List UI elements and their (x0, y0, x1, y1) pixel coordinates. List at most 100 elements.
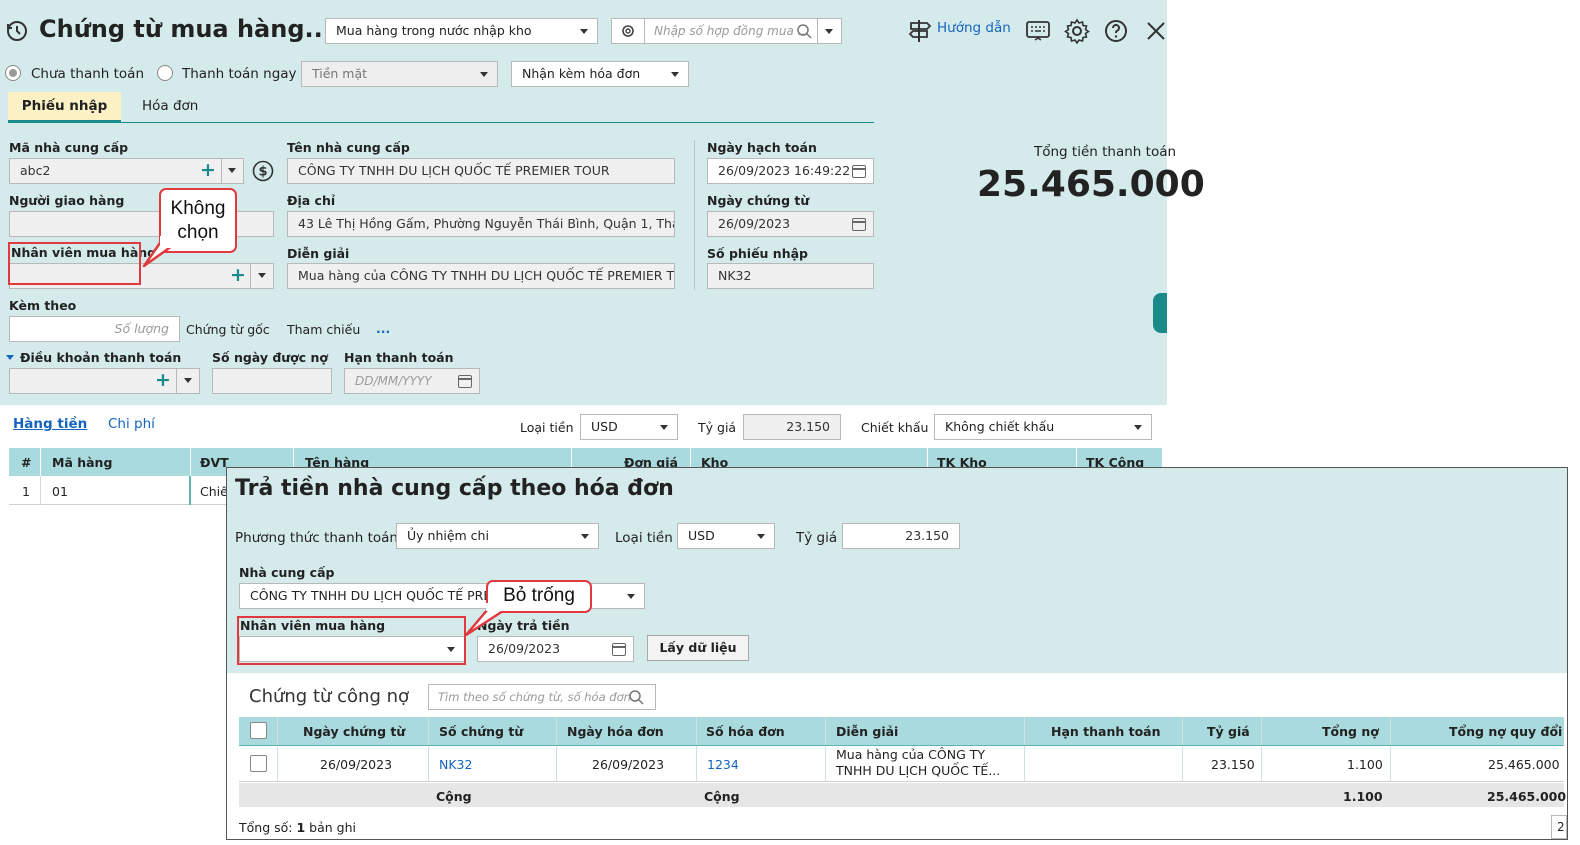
rate-field[interactable]: 23.150 (743, 414, 841, 440)
description-label: Diễn giải (287, 246, 350, 261)
tab-goods[interactable]: Hàng tiền (13, 416, 87, 432)
voucher-type-select[interactable]: Mua hàng trong nước nhập kho (325, 18, 598, 44)
chevron-down-icon[interactable] (825, 29, 833, 34)
original-doc-label: Chứng từ gốc (186, 322, 270, 337)
pay-now-radio[interactable] (157, 65, 173, 81)
description-value: Mua hàng của CÔNG TY TNHH DU LỊCH QUỐC T… (298, 268, 675, 283)
payment-terms-label: Điều khoản thanh toán (20, 350, 182, 365)
table-row[interactable] (9, 476, 229, 505)
page-size-select[interactable]: 2 (1551, 815, 1567, 839)
dialog-rate-field[interactable]: 23.150 (842, 523, 960, 549)
record-count: Tổng số: 1 bản ghi (239, 820, 356, 835)
posting-date-field[interactable]: 26/09/2023 16:49:22 (707, 158, 874, 184)
add-terms-icon[interactable]: + (155, 371, 171, 390)
contract-input[interactable]: Nhập số hợp đồng mua ... (654, 24, 809, 38)
gear-icon[interactable] (620, 23, 636, 39)
unpaid-radio[interactable] (5, 65, 21, 81)
keyboard-icon[interactable] (1026, 20, 1050, 42)
due-date-label: Hạn thanh toán (344, 350, 454, 365)
debt-section-title: Chứng từ công nợ (249, 686, 410, 707)
add-buyer-icon[interactable]: + (230, 266, 246, 285)
help-icon[interactable] (1104, 19, 1128, 43)
search-icon[interactable] (628, 689, 644, 705)
divider (817, 19, 818, 43)
address-field[interactable]: 43 Lê Thị Hồng Gấm, Phường Nguyễn Thái B… (287, 211, 675, 237)
row-voucher-no-link[interactable]: NK32 (439, 757, 472, 772)
dialog-method-label: Phương thức thanh toán (235, 530, 398, 546)
row-debt: 1.100 (1347, 757, 1383, 772)
posting-date-value: 26/09/2023 16:49:22 (718, 163, 851, 178)
dialog-title: Trả tiền nhà cung cấp theo hóa đơn (235, 476, 674, 501)
currency-select[interactable]: USD (580, 414, 678, 440)
voucher-date-value: 26/09/2023 (718, 216, 791, 231)
dialog-pay-date-field[interactable]: 26/09/2023 (477, 636, 634, 662)
receipt-no-label: Số phiếu nhập (707, 246, 808, 261)
guide-link[interactable]: Hướng dẫn (937, 20, 1011, 36)
chevron-down-icon (1134, 425, 1142, 430)
chevron-down-icon[interactable] (258, 273, 266, 278)
row-invoice-no-link[interactable]: 1234 (707, 757, 739, 772)
deliverer-label: Người giao hàng (9, 193, 125, 208)
calendar-icon[interactable] (852, 165, 866, 178)
collapse-icon[interactable] (6, 355, 14, 360)
posting-date-label: Ngày hạch toán (707, 140, 817, 155)
row-unit[interactable]: Chiế (200, 484, 228, 499)
chevron-down-icon (580, 29, 588, 34)
fetch-data-button[interactable]: Lấy dữ liệu (647, 635, 749, 661)
chevron-down-icon (627, 594, 635, 599)
dialog-currency-select[interactable]: USD (677, 523, 775, 549)
divider (40, 448, 41, 476)
page-title: Chứng từ mua hàng... (39, 15, 332, 43)
calendar-icon[interactable] (458, 375, 472, 388)
tab-costs[interactable]: Chi phí (108, 416, 155, 432)
voucher-date-field[interactable]: 26/09/2023 (707, 211, 874, 237)
history-icon[interactable] (5, 19, 29, 43)
select-all-checkbox[interactable] (250, 722, 267, 739)
debt-search-input[interactable]: Tìm theo số chứng từ, số hóa đơn (438, 690, 631, 704)
description-field[interactable]: Mua hàng của CÔNG TY TNHH DU LỊCH QUỐC T… (287, 263, 675, 289)
calendar-icon[interactable] (852, 218, 866, 231)
rate-label: Tỷ giá (698, 420, 737, 435)
add-supplier-icon[interactable]: + (200, 161, 216, 180)
supplier-code-value: abc2 (20, 163, 51, 178)
supplier-name-field[interactable]: CÔNG TY TNHH DU LỊCH QUỐC TẾ PREMIER TOU… (287, 158, 675, 184)
reference-more-link[interactable]: ... (376, 321, 390, 336)
side-panel-handle[interactable] (1153, 293, 1167, 333)
col-invoice-no: Số hóa đơn (706, 724, 785, 739)
tab-receipt[interactable]: Phiếu nhập (8, 92, 121, 122)
callout-pointer (464, 603, 510, 637)
dialog-method-select[interactable]: Ủy nhiệm chi (396, 523, 599, 549)
chevron-down-icon[interactable] (228, 168, 236, 173)
chevron-down-icon (757, 534, 765, 539)
divider (176, 369, 177, 393)
chevron-down-icon[interactable] (184, 378, 192, 383)
row-checkbox[interactable] (250, 755, 267, 772)
supplier-code-label: Mã nhà cung cấp (9, 140, 129, 155)
payment-method-select[interactable]: Tiền mặt (301, 61, 498, 87)
row-debt-converted: 25.465.000 (1488, 757, 1560, 772)
record-count-suffix: bản ghi (305, 820, 356, 835)
dialog-currency-value: USD (688, 528, 715, 543)
payment-method-value: Tiền mặt (312, 66, 368, 81)
settings-icon[interactable] (1064, 18, 1090, 44)
chevron-down-icon (671, 72, 679, 77)
dollar-icon[interactable]: $ (252, 160, 274, 182)
dialog-supplier-value: CÔNG TY TNHH DU LỊCH QUỐC TẾ PRE (250, 588, 492, 603)
payment-terms-field[interactable] (9, 368, 200, 394)
sum-label-2: Cộng (704, 789, 740, 804)
search-icon[interactable] (796, 23, 812, 39)
invoice-option-select[interactable]: Nhận kèm hóa đơn (511, 61, 689, 87)
pay-now-label: Thanh toán ngay (182, 66, 297, 82)
callout-pointer (142, 236, 176, 268)
discount-select[interactable]: Không chiết khấu (934, 414, 1152, 440)
close-icon[interactable] (1145, 20, 1167, 42)
calendar-icon[interactable] (612, 643, 626, 656)
qty-input[interactable]: Số lượng (9, 316, 180, 342)
signpost-icon[interactable] (908, 18, 932, 44)
highlight-box (8, 242, 141, 285)
row-code[interactable]: 01 (52, 484, 68, 499)
receipt-no-value: NK32 (718, 268, 752, 283)
tab-invoice[interactable]: Hóa đơn (142, 98, 198, 114)
debt-days-field[interactable] (212, 368, 332, 394)
receipt-no-field[interactable]: NK32 (707, 263, 874, 289)
